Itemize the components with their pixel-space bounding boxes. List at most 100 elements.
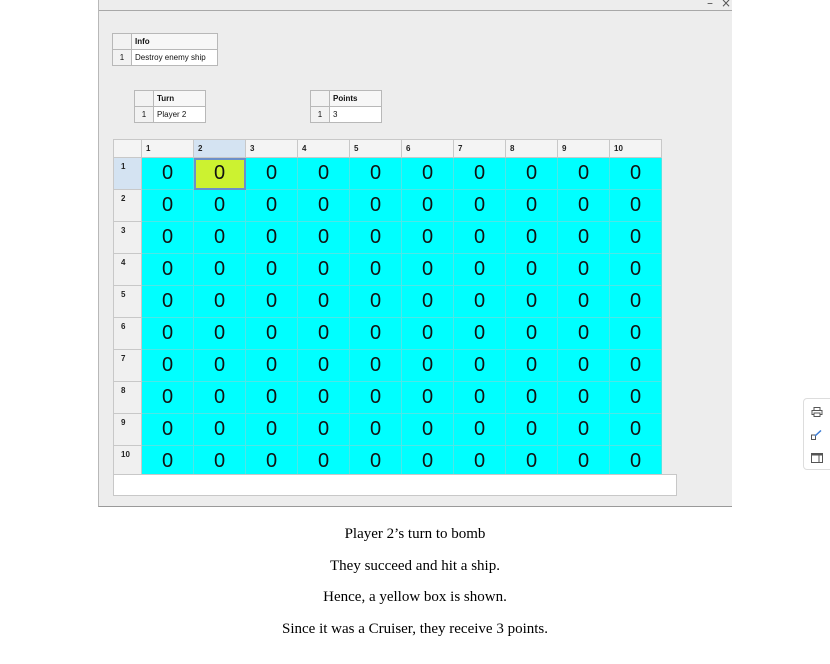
grid-cell[interactable]: 0 — [297, 253, 350, 286]
grid-cell[interactable]: 0 — [297, 157, 350, 190]
grid-cell[interactable]: 0 — [193, 381, 246, 414]
grid-cell[interactable]: 0 — [401, 317, 454, 350]
grid-cell[interactable]: 0 — [557, 157, 610, 190]
grid-cell[interactable]: 0 — [245, 285, 298, 318]
grid-cell[interactable]: 0 — [609, 445, 662, 478]
grid-cell[interactable]: 0 — [349, 189, 402, 222]
grid-cell[interactable]: 0 — [453, 189, 506, 222]
grid-cell[interactable]: 0 — [193, 221, 246, 254]
edit-icon[interactable] — [811, 429, 823, 440]
grid-cell[interactable]: 0 — [609, 157, 662, 190]
column-header-4[interactable]: 4 — [297, 139, 350, 158]
grid-cell[interactable]: 0 — [557, 285, 610, 318]
column-header-5[interactable]: 5 — [349, 139, 402, 158]
grid-cell[interactable]: 0 — [609, 413, 662, 446]
grid-cell[interactable]: 0 — [505, 189, 558, 222]
column-header-1[interactable]: 1 — [141, 139, 194, 158]
grid-cell[interactable]: 0 — [557, 413, 610, 446]
grid-cell[interactable]: 0 — [505, 445, 558, 478]
grid-cell[interactable]: 0 — [245, 445, 298, 478]
grid-cell[interactable]: 0 — [453, 157, 506, 190]
grid-cell[interactable]: 0 — [141, 317, 194, 350]
grid-cell[interactable]: 0 — [349, 253, 402, 286]
grid-cell[interactable]: 0 — [297, 413, 350, 446]
grid-cell[interactable]: 0 — [297, 381, 350, 414]
grid-cell[interactable]: 0 — [245, 413, 298, 446]
grid-cell[interactable]: 0 — [401, 189, 454, 222]
grid-cell[interactable]: 0 — [349, 317, 402, 350]
grid-cell[interactable]: 0 — [193, 253, 246, 286]
grid-cell[interactable]: 0 — [245, 349, 298, 382]
close-button[interactable]: × — [721, 0, 731, 9]
grid-cell[interactable]: 0 — [609, 221, 662, 254]
grid-cell[interactable]: 0 — [557, 445, 610, 478]
grid-cell[interactable]: 0 — [505, 317, 558, 350]
grid-cell[interactable]: 0 — [453, 253, 506, 286]
info-value[interactable]: Destroy enemy ship — [131, 49, 218, 66]
row-header-8[interactable]: 8 — [113, 381, 142, 414]
grid-cell[interactable]: 0 — [141, 157, 194, 190]
grid-cell[interactable]: 0 — [349, 381, 402, 414]
grid-cell[interactable]: 0 — [453, 317, 506, 350]
grid-cell[interactable]: 0 — [349, 157, 402, 190]
grid-cell[interactable]: 0 — [453, 285, 506, 318]
grid-cell[interactable]: 0 — [401, 413, 454, 446]
grid-cell[interactable]: 0 — [609, 381, 662, 414]
grid-cell[interactable]: 0 — [609, 189, 662, 222]
grid-cell[interactable]: 0 — [505, 349, 558, 382]
grid-cell[interactable]: 0 — [401, 445, 454, 478]
grid-cell[interactable]: 0 — [505, 381, 558, 414]
grid-cell[interactable]: 0 — [297, 349, 350, 382]
grid-cell[interactable]: 0 — [609, 253, 662, 286]
grid-cell[interactable]: 0 — [141, 381, 194, 414]
grid-cell[interactable]: 0 — [349, 349, 402, 382]
grid-cell[interactable]: 0 — [349, 413, 402, 446]
grid-cell[interactable]: 0 — [193, 445, 246, 478]
row-header-4[interactable]: 4 — [113, 253, 142, 286]
column-header-8[interactable]: 8 — [505, 139, 558, 158]
grid-cell[interactable]: 0 — [193, 413, 246, 446]
grid-cell[interactable]: 0 — [141, 349, 194, 382]
points-value[interactable]: 3 — [329, 106, 382, 123]
grid-cell[interactable]: 0 — [453, 221, 506, 254]
grid-cell[interactable]: 0 — [141, 189, 194, 222]
row-header-6[interactable]: 6 — [113, 317, 142, 350]
minimize-button[interactable]: – — [707, 0, 713, 9]
grid-cell[interactable]: 0 — [297, 317, 350, 350]
grid-cell[interactable]: 0 — [557, 317, 610, 350]
layout-icon[interactable] — [811, 453, 823, 463]
grid-cell[interactable]: 0 — [557, 381, 610, 414]
row-header-2[interactable]: 2 — [113, 189, 142, 222]
grid-cell[interactable]: 0 — [245, 381, 298, 414]
grid-cell[interactable]: 0 — [141, 221, 194, 254]
grid-cell[interactable]: 0 — [401, 253, 454, 286]
grid-cell[interactable]: 0 — [193, 317, 246, 350]
grid-cell[interactable]: 0 — [141, 253, 194, 286]
grid-cell-hit[interactable]: 0 — [193, 157, 246, 190]
grid-cell[interactable]: 0 — [557, 349, 610, 382]
grid-cell[interactable]: 0 — [141, 445, 194, 478]
grid-cell[interactable]: 0 — [297, 189, 350, 222]
grid-cell[interactable]: 0 — [245, 221, 298, 254]
grid-cell[interactable]: 0 — [609, 285, 662, 318]
grid-cell[interactable]: 0 — [609, 349, 662, 382]
print-icon[interactable] — [811, 407, 823, 417]
grid-cell[interactable]: 0 — [245, 189, 298, 222]
grid-cell[interactable]: 0 — [609, 317, 662, 350]
grid-cell[interactable]: 0 — [245, 317, 298, 350]
row-header-10[interactable]: 10 — [113, 445, 142, 478]
grid-cell[interactable]: 0 — [453, 445, 506, 478]
grid-cell[interactable]: 0 — [245, 157, 298, 190]
grid-cell[interactable]: 0 — [505, 157, 558, 190]
grid-cell[interactable]: 0 — [193, 349, 246, 382]
grid-cell[interactable]: 0 — [297, 221, 350, 254]
grid-cell[interactable]: 0 — [453, 349, 506, 382]
grid-cell[interactable]: 0 — [297, 285, 350, 318]
row-header-9[interactable]: 9 — [113, 413, 142, 446]
grid-cell[interactable]: 0 — [193, 285, 246, 318]
grid-cell[interactable]: 0 — [557, 221, 610, 254]
column-header-7[interactable]: 7 — [453, 139, 506, 158]
grid-cell[interactable]: 0 — [349, 285, 402, 318]
row-header-1[interactable]: 1 — [113, 157, 142, 190]
column-header-2[interactable]: 2 — [193, 139, 246, 158]
